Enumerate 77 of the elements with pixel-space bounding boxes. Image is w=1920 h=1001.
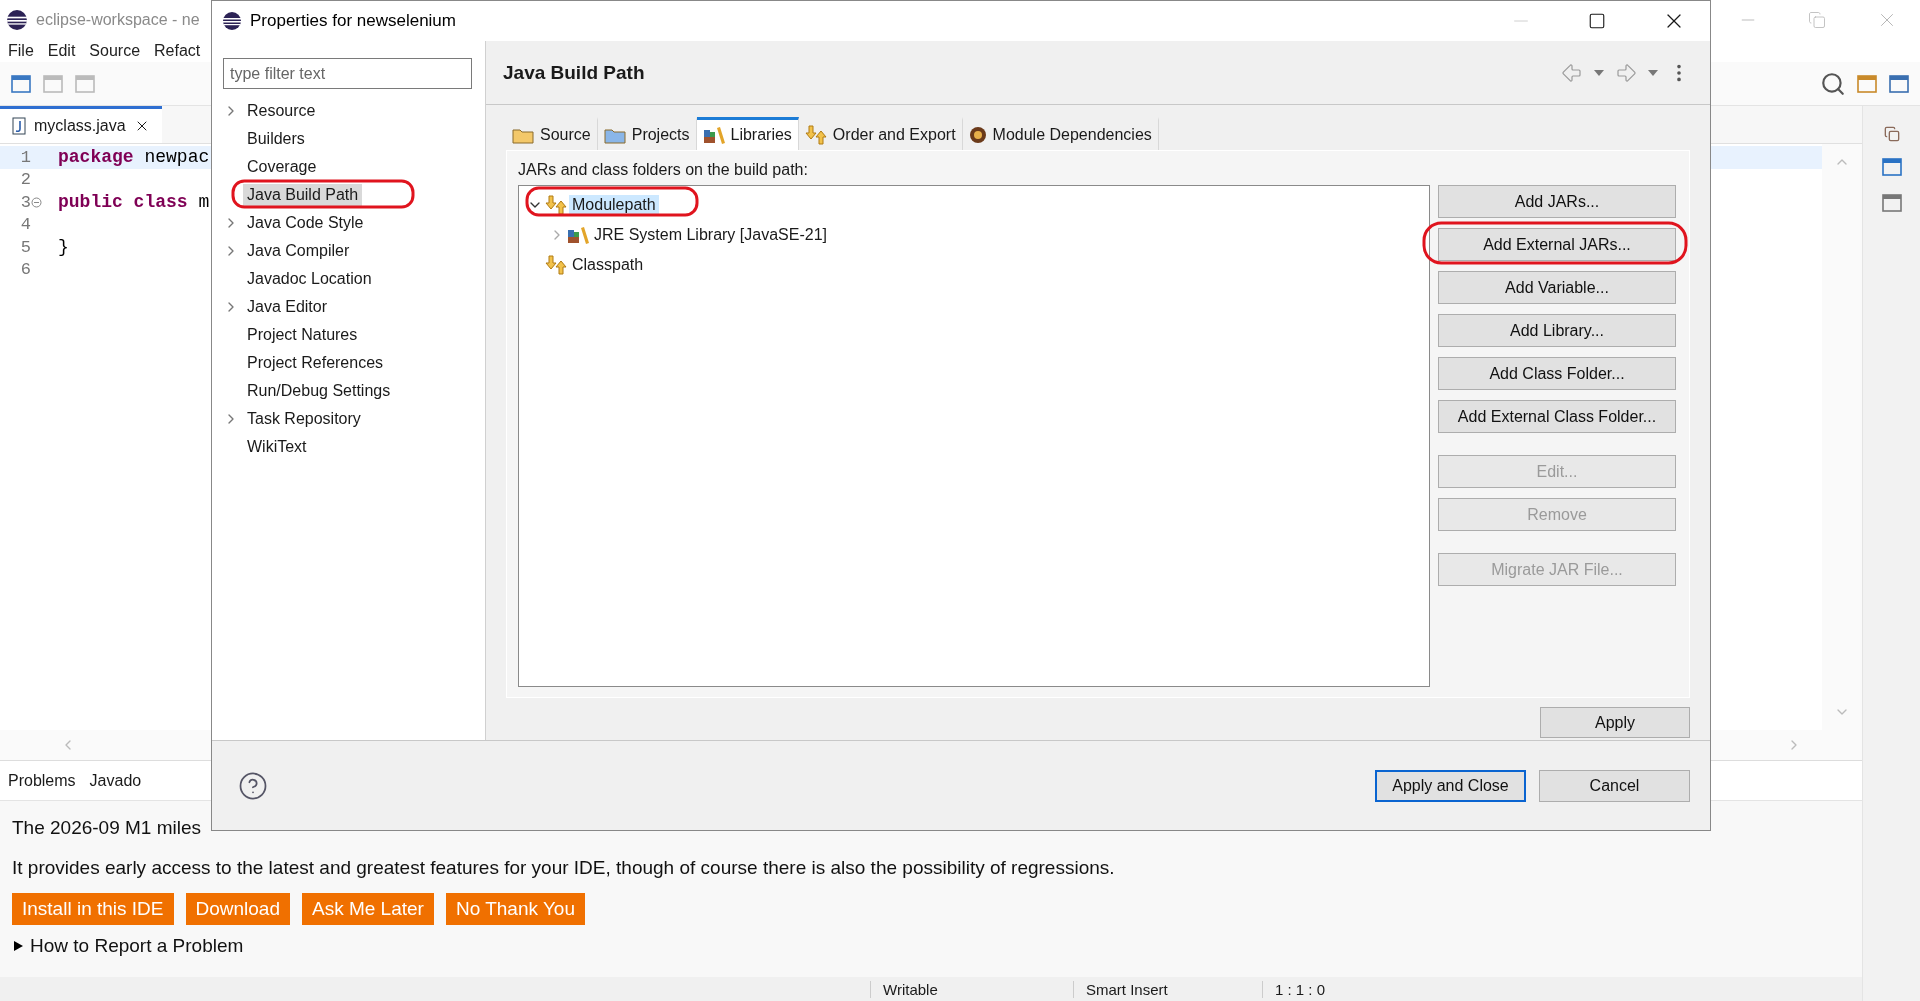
- line-number: 4: [20, 215, 31, 235]
- nav-item[interactable]: Java Code Style: [243, 212, 368, 234]
- message-text: It provides early access to the latest and greatest features for your IDE, though of course there is also the possibility of regressions.: [12, 856, 1116, 880]
- task-list-icon[interactable]: [1880, 192, 1903, 214]
- nav-item[interactable]: Resource: [243, 100, 320, 122]
- nav-item[interactable]: Project References: [243, 352, 388, 374]
- books-icon: [567, 226, 589, 244]
- apply-button[interactable]: Apply: [1540, 707, 1690, 738]
- nav-item[interactable]: Java Build Path: [243, 184, 363, 206]
- module-icon: [968, 126, 987, 144]
- eclipse-logo-icon: [222, 11, 242, 31]
- restore-icon[interactable]: [1883, 126, 1900, 142]
- menu-item[interactable]: Source: [89, 42, 141, 60]
- nav-item[interactable]: Java Compiler: [243, 240, 354, 262]
- perspective-icon[interactable]: [1856, 72, 1878, 95]
- menu-item[interactable]: File: [8, 42, 34, 60]
- side-button[interactable]: Add External JARs...: [1438, 228, 1676, 261]
- status-text: Smart Insert: [1073, 980, 1262, 998]
- help-icon[interactable]: [238, 770, 268, 801]
- folder-icon: [512, 126, 534, 144]
- panel-tab[interactable]: Problems: [8, 771, 76, 790]
- line-number: 2: [20, 170, 31, 190]
- java-file-icon: [12, 117, 26, 135]
- java-perspective-icon[interactable]: [1888, 72, 1910, 95]
- nav-item[interactable]: Java Editor: [243, 296, 332, 318]
- dialog-button[interactable]: Apply and Close: [1375, 769, 1526, 802]
- maximize-icon[interactable]: [1588, 12, 1606, 30]
- nav-item[interactable]: WikiText: [243, 436, 311, 458]
- status-text: 1 : 1 : 0: [1262, 980, 1462, 998]
- status-text: Writable: [870, 980, 1073, 998]
- side-button[interactable]: Add JARs...: [1438, 185, 1676, 218]
- nav-item[interactable]: Task Repository: [243, 408, 365, 430]
- dropdown-icon[interactable]: [1594, 69, 1604, 76]
- triangle-icon: [12, 940, 24, 952]
- tree-label: JARs and class folders on the build path:: [518, 161, 809, 179]
- filter-field[interactable]: type filter text: [223, 58, 472, 89]
- nav-item[interactable]: Builders: [243, 128, 309, 150]
- nav-item[interactable]: Coverage: [243, 156, 321, 178]
- editor-tab[interactable]: myclass.java: [0, 106, 162, 143]
- line-number: 3: [20, 192, 31, 212]
- tree-item[interactable]: JRE System Library [JavaSE-21]: [591, 225, 830, 245]
- menu-item[interactable]: Refact: [154, 42, 201, 60]
- dropdown-icon[interactable]: [1648, 69, 1658, 76]
- dialog-button[interactable]: Cancel: [1539, 769, 1690, 802]
- side-button[interactable]: Add Class Folder...: [1438, 357, 1676, 390]
- panel-tab[interactable]: Javado: [89, 771, 142, 790]
- eclipse-logo-icon: [6, 9, 28, 31]
- line-number: 5: [20, 237, 31, 257]
- side-button[interactable]: Add Variable...: [1438, 271, 1676, 304]
- search-icon[interactable]: [1820, 70, 1846, 97]
- message-text: The 2026-09 M1 miles: [12, 816, 203, 840]
- dialog-title: Properties for newselenium: [250, 11, 456, 31]
- nav-item[interactable]: Run/Debug Settings: [243, 380, 395, 402]
- page-title: Java Build Path: [503, 61, 645, 84]
- code-line: package newpac: [57, 147, 210, 168]
- line-number: 6: [20, 260, 31, 280]
- side-button[interactable]: Add External Class Folder...: [1438, 400, 1676, 433]
- disclosure-toggle[interactable]: How to Report a Problem: [12, 935, 1850, 957]
- outline-icon[interactable]: [1880, 156, 1903, 178]
- fold-icon[interactable]: [31, 196, 42, 208]
- tree-item[interactable]: Modulepath: [569, 195, 659, 215]
- tree-item[interactable]: Classpath: [569, 255, 647, 275]
- menu-item[interactable]: Edit: [47, 42, 76, 60]
- folder-icon: [603, 126, 626, 144]
- window-title: eclipse-workspace - ne: [36, 11, 200, 29]
- tab[interactable]: Libraries: [696, 117, 799, 150]
- arrows-icon: [545, 195, 567, 215]
- arrows-icon: [804, 125, 827, 145]
- code-line: public class m: [57, 192, 210, 213]
- arrows-icon: [545, 255, 567, 275]
- books-icon: [702, 126, 725, 144]
- code-line: }: [57, 237, 69, 258]
- side-button[interactable]: Add Library...: [1438, 314, 1676, 347]
- nav-item[interactable]: Javadoc Location: [243, 268, 376, 290]
- line-number: 1: [20, 147, 31, 167]
- nav-item[interactable]: Project Natures: [243, 324, 362, 346]
- new-file-icon[interactable]: [10, 72, 32, 95]
